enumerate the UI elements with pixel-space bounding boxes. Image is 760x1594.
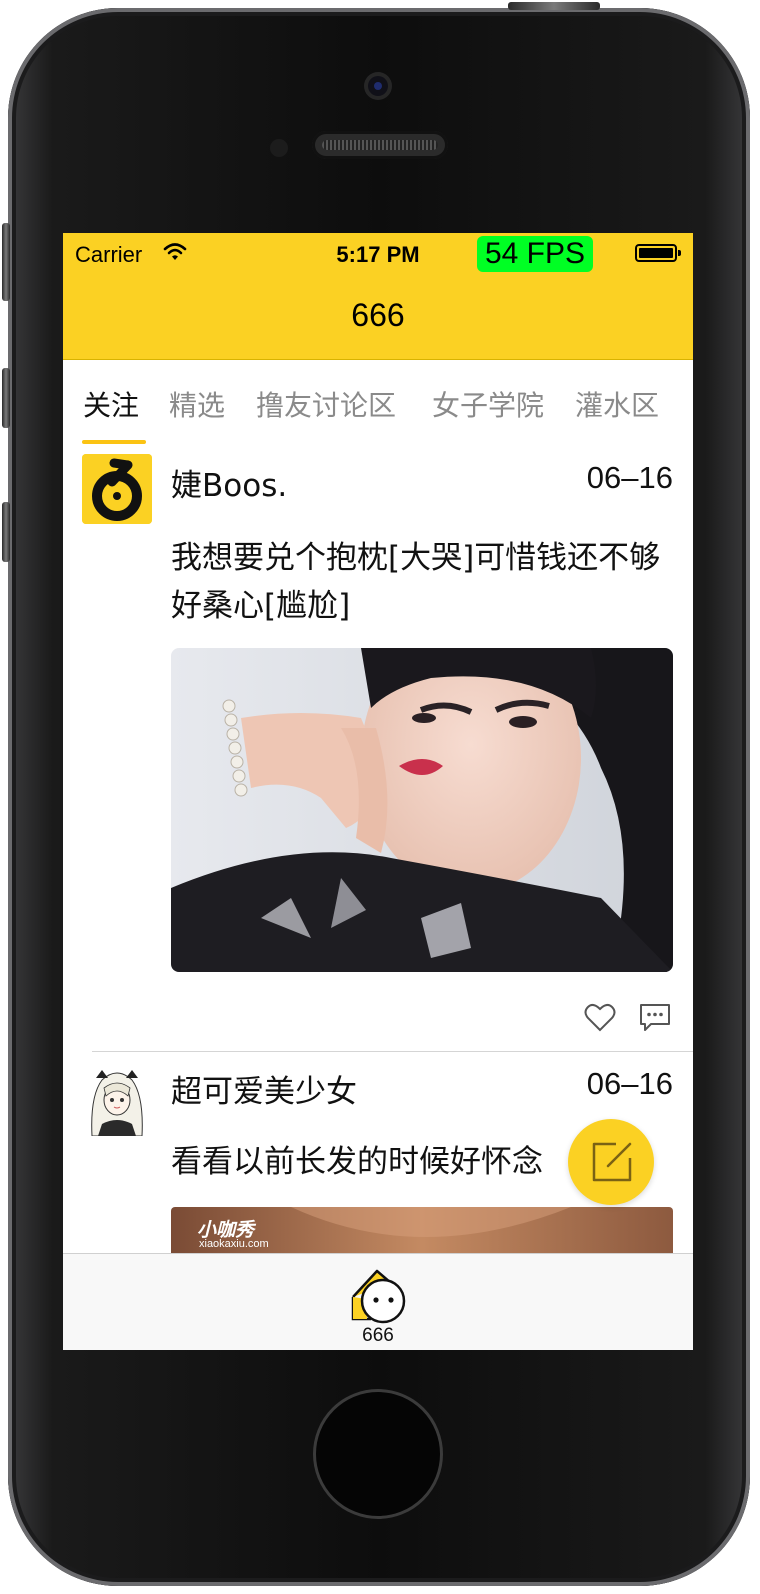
home-mascot-icon [351, 1269, 406, 1324]
compose-button[interactable] [568, 1119, 654, 1205]
post-date: 06–16 [586, 1066, 673, 1101]
app-screen: Carrier 5:17 PM 54 FPS 666 关注 精选 撸友讨论区 女… [63, 233, 693, 1350]
tab-bar-home[interactable]: 666 [333, 1254, 423, 1350]
post-photo[interactable] [171, 648, 673, 972]
portrait-photo [171, 648, 673, 972]
status-bar: Carrier 5:17 PM 54 FPS [63, 233, 693, 273]
tab-discussion[interactable]: 撸友讨论区 [256, 384, 396, 424]
six-logo-icon [82, 454, 152, 524]
post-text: 我想要兑个抱枕[大哭]可惜钱还不够好桑心[尴尬] [171, 540, 661, 624]
power-button [508, 2, 600, 10]
tab-featured[interactable]: 精选 [169, 384, 225, 424]
category-tabs: 关注 精选 撸友讨论区 女子学院 灌水区 [63, 360, 693, 444]
navigation-bar: 666 [63, 273, 693, 360]
tab-bar: 666 [63, 1253, 693, 1350]
feed-post[interactable]: 婕Boos. 06–16 我想要兑个抱枕[大哭]可惜钱还不够好桑心[尴尬] [63, 444, 693, 1051]
heart-icon[interactable] [584, 1002, 616, 1032]
page-title: 666 [351, 297, 405, 333]
user-avatar[interactable] [82, 1066, 152, 1136]
front-camera [364, 72, 392, 100]
comment-icon[interactable] [639, 1002, 671, 1032]
silent-switch [2, 223, 10, 301]
edit-icon [592, 1142, 632, 1182]
post-date: 06–16 [586, 460, 673, 495]
fps-badge: 54 FPS [477, 236, 593, 272]
user-avatar[interactable] [82, 454, 152, 524]
post-author[interactable]: 超可爱美少女 [171, 1066, 357, 1111]
tab-chat-zone[interactable]: 灌水区 [575, 384, 659, 424]
post-author[interactable]: 婕Boos. [171, 460, 287, 505]
status-time: 5:17 PM [336, 242, 420, 267]
volume-up-button [2, 368, 10, 428]
tab-follow[interactable]: 关注 [83, 384, 139, 424]
tab-women-academy[interactable]: 女子学院 [432, 384, 544, 424]
home-button[interactable] [313, 1389, 443, 1519]
tab-bar-home-label: 666 [362, 1325, 394, 1346]
photo-watermark-url: xiaokaxiu.com [199, 1238, 269, 1250]
earpiece-speaker [312, 131, 448, 159]
anime-girl-avatar [82, 1066, 152, 1136]
volume-down-button [2, 502, 10, 562]
battery-icon [635, 244, 681, 262]
proximity-sensor [270, 139, 288, 157]
